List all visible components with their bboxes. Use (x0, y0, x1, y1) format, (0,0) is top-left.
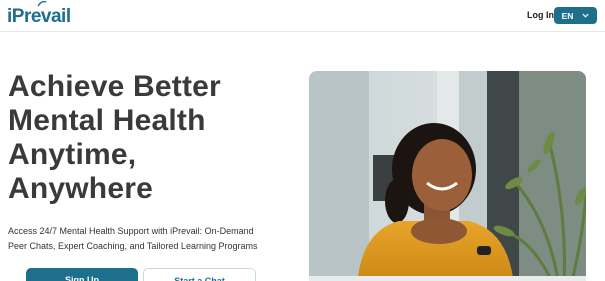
hero-title: Achieve Better Mental Health Anytime, An… (8, 70, 298, 206)
hero-title-line: Anytime, (8, 138, 137, 171)
start-chat-button[interactable]: Start a Chat (143, 268, 256, 281)
language-selector[interactable]: EN (554, 7, 597, 24)
login-link[interactable]: Log In (527, 10, 554, 20)
hero-subtitle: Access 24/7 Mental Health Support with i… (8, 224, 308, 253)
hero-subtitle-line: Access 24/7 Mental Health Support with i… (8, 226, 254, 236)
site-header: iPrevail Log In EN (0, 0, 605, 32)
hero-title-line: Achieve Better (8, 70, 221, 103)
hero-title-line: Mental Health (8, 104, 206, 137)
chevron-down-icon (582, 13, 590, 18)
sign-up-button[interactable]: Sign Up (26, 268, 138, 281)
logo-leaf-icon (37, 1, 47, 7)
language-code: EN (561, 10, 574, 21)
logo-wordmark: iPrevail (7, 6, 71, 27)
hero-title-line: Anywhere (8, 172, 153, 205)
hero-image (309, 71, 586, 281)
hero-illustration (309, 71, 586, 281)
hero-subtitle-line: Peer Chats, Expert Coaching, and Tailore… (8, 240, 258, 251)
iprevail-logo[interactable]: iPrevail (7, 1, 71, 28)
